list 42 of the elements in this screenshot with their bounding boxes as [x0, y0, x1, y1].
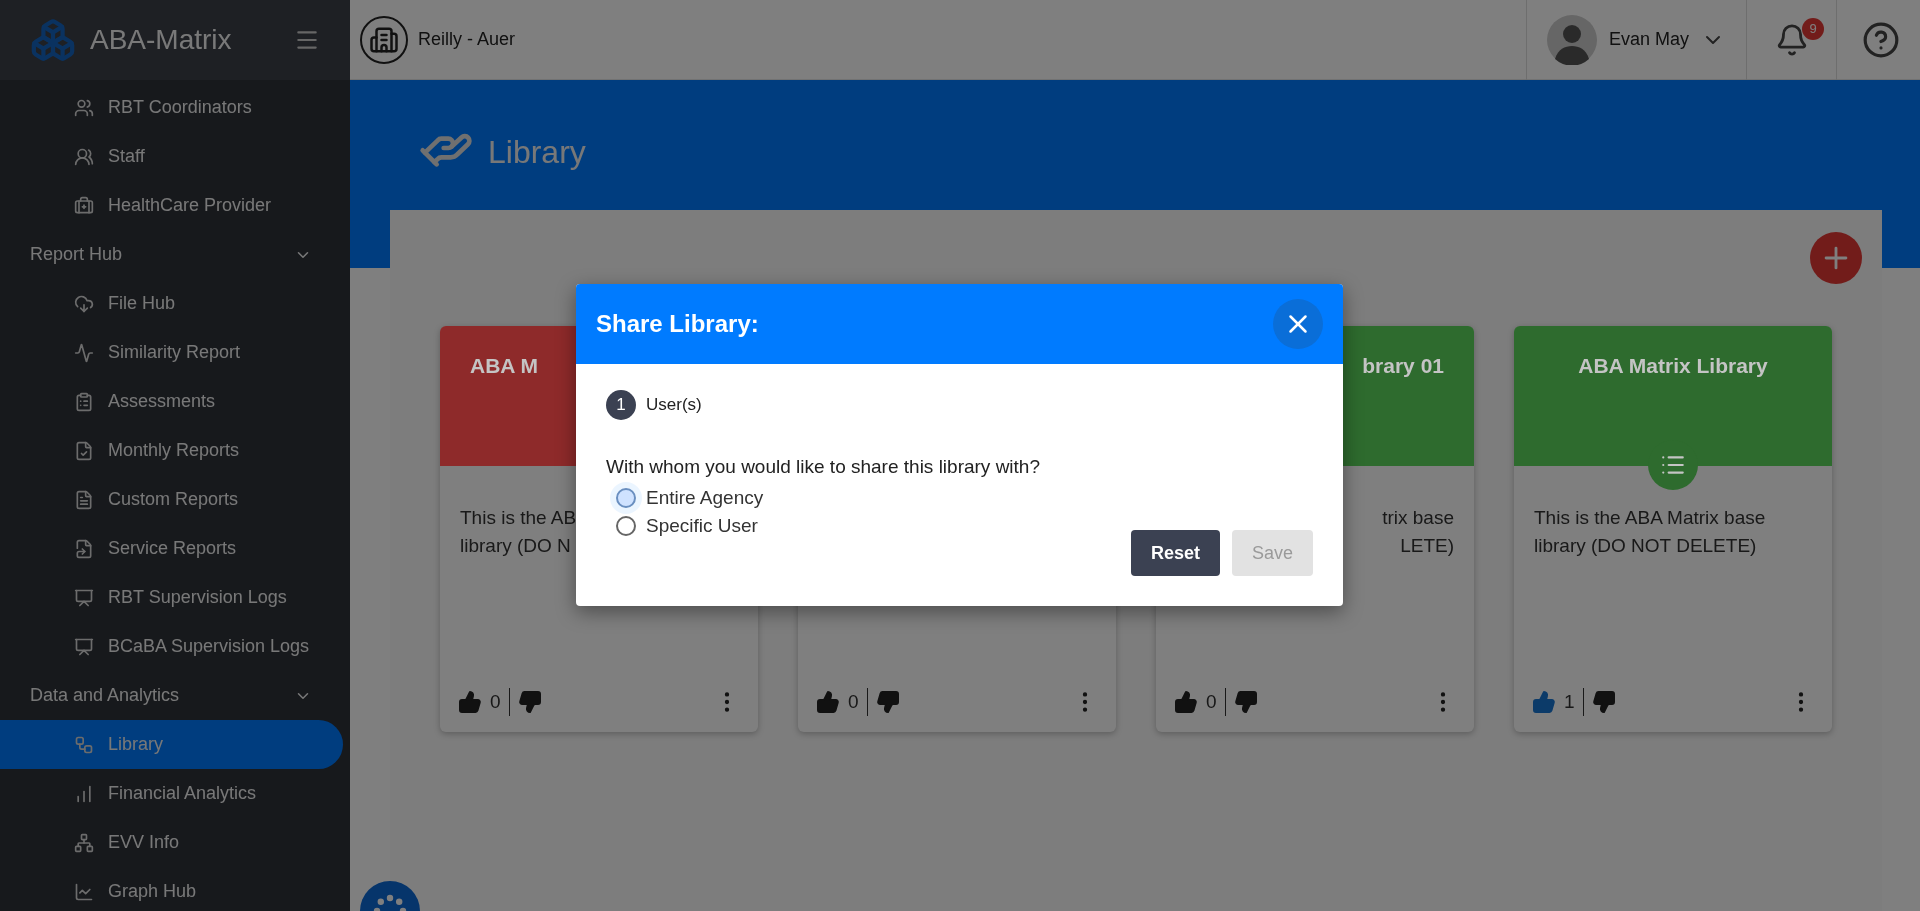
sidebar-group[interactable]: Report Hub	[0, 230, 350, 279]
notification-count: 9	[1802, 17, 1824, 40]
organization-name: Reilly - Auer	[418, 29, 516, 50]
sidebar-item[interactable]: Service Reports	[0, 524, 343, 573]
card-title: ABA M	[469, 354, 540, 378]
dialog-title: Share Library:	[596, 310, 759, 338]
card-description: This is the AB	[460, 506, 577, 530]
sidebar-item[interactable]: Similarity Report	[0, 328, 343, 377]
card-description: LETE)	[1400, 534, 1454, 558]
sidebar-item[interactable]: Graph Hub	[0, 867, 343, 911]
sidebar-item[interactable]: HealthCare Provider	[0, 181, 343, 230]
sidebar-item[interactable]: Assessments	[0, 377, 343, 426]
sidebar-group[interactable]: Data and Analytics	[0, 671, 350, 720]
sidebar-item[interactable]: BCaBA Supervision Logs	[0, 622, 343, 671]
sidebar-item[interactable]: RBT Supervision Logs	[0, 573, 343, 622]
step-number: 1	[606, 390, 636, 420]
sidebar-item[interactable]: RBT Coordinators	[0, 83, 343, 132]
sidebar-item[interactable]: Monthly Reports	[0, 426, 343, 475]
card-title: ABA Matrix Library	[1577, 354, 1769, 378]
sidebar-item[interactable]: Custom Reports	[0, 475, 343, 524]
like-count: 0	[848, 691, 859, 713]
like-count: 0	[490, 691, 501, 713]
card-description: library (DO NOT DELETE)	[1534, 534, 1757, 558]
action-button[interactable]: Reset	[1130, 530, 1220, 576]
brand-name: ABA-Matrix	[90, 24, 233, 56]
sidebar-item[interactable]: File Hub	[0, 279, 343, 328]
card-title: brary 01	[1361, 354, 1445, 378]
sidebar-item[interactable]: Staff	[0, 132, 343, 181]
page-title: Library	[488, 134, 586, 171]
sidebar-item[interactable]: Financial Analytics	[0, 769, 343, 818]
card-description: library (DO N	[460, 534, 571, 558]
user-name: Evan May	[1609, 29, 1690, 50]
card-description: This is the ABA Matrix base	[1534, 506, 1766, 530]
option-label: Entire Agency	[646, 487, 764, 509]
share-question: With whom you would like to share this library with?	[606, 456, 1041, 478]
option-label: Specific User	[646, 515, 758, 537]
sidebar-item[interactable]: Library	[0, 720, 343, 769]
like-count: 1	[1564, 691, 1575, 713]
like-count: 0	[1206, 691, 1217, 713]
card-description: trix base	[1382, 506, 1454, 530]
step-label: User(s)	[646, 395, 702, 415]
sidebar-item[interactable]: EVV Info	[0, 818, 343, 867]
